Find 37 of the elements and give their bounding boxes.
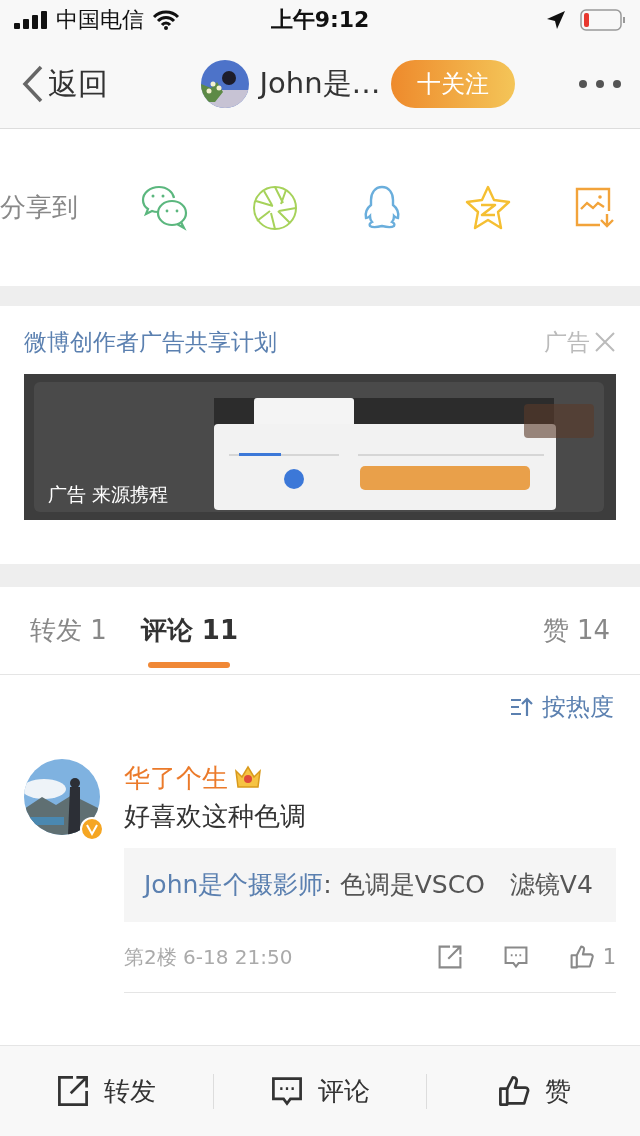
back-button[interactable]: 返回 bbox=[22, 63, 108, 105]
battery-icon bbox=[580, 9, 626, 31]
commenter-name[interactable]: 华了个生 bbox=[124, 760, 228, 796]
thumbs-up-icon[interactable] bbox=[496, 1074, 531, 1108]
carrier-name: 中国电信 bbox=[56, 6, 144, 34]
sort-icon bbox=[510, 696, 534, 718]
ad-label: 广告 bbox=[544, 327, 590, 357]
chat-bubbles-icon[interactable] bbox=[141, 184, 190, 231]
ad-title[interactable]: 微博创作者广告共享计划 bbox=[24, 326, 277, 358]
like-button[interactable]: 赞 bbox=[496, 1073, 571, 1109]
ad-caption: 广告 来源携程 bbox=[48, 482, 169, 507]
comment-text: 好喜欢这种色调 bbox=[124, 800, 307, 833]
repost-button[interactable]: 转发 bbox=[56, 1073, 157, 1109]
share-label: 分享到 bbox=[0, 191, 78, 224]
comment-meta: 第2楼 6-18 21:50 bbox=[124, 943, 294, 971]
tab[interactable]: 赞 14 bbox=[542, 587, 610, 674]
comment-icon[interactable] bbox=[270, 1074, 304, 1108]
close-icon[interactable] bbox=[594, 331, 616, 353]
reply-author-link[interactable]: John是个摄影师 bbox=[144, 870, 324, 899]
thumbs-up-icon[interactable] bbox=[568, 944, 595, 970]
location-arrow-icon bbox=[546, 10, 566, 30]
status-time: 上午9:12 bbox=[270, 6, 370, 34]
like-button[interactable]: 1 bbox=[568, 944, 616, 970]
chevron-left-icon bbox=[22, 65, 44, 103]
signal-icon bbox=[14, 11, 48, 29]
share-icon[interactable] bbox=[56, 1074, 91, 1108]
wifi-icon bbox=[152, 10, 180, 30]
sort-button[interactable]: 按热度 bbox=[510, 691, 614, 723]
tab[interactable]: 评论 11 bbox=[140, 587, 239, 674]
more-icon[interactable] bbox=[578, 79, 622, 89]
tab[interactable]: 转发 1 bbox=[30, 587, 107, 674]
reply-quote: John是个摄影师: 色调是VSCO 滤镜V4 bbox=[124, 848, 616, 922]
profile-name: John是… bbox=[259, 65, 381, 102]
comment-button[interactable]: 评论 bbox=[270, 1073, 370, 1109]
save-image-icon[interactable] bbox=[573, 186, 616, 229]
aperture-icon[interactable] bbox=[252, 184, 299, 231]
star-icon[interactable] bbox=[464, 184, 511, 231]
